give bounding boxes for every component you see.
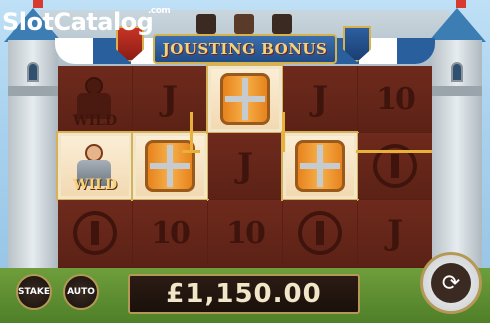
tower-band	[432, 86, 482, 96]
horse-icon	[196, 14, 216, 34]
stake-button[interactable]: STAKE	[16, 274, 52, 310]
symbol-j: J	[161, 79, 179, 119]
auto-button[interactable]: AUTO	[63, 274, 99, 310]
reel-3-row-2: J	[208, 133, 282, 199]
reel-2-row-3: 10	[133, 200, 207, 266]
reel-2-row-2	[133, 133, 207, 199]
jousting-knights-art	[190, 12, 300, 36]
ornament-icon	[73, 211, 117, 255]
slotcatalog-logo: SlotCatalog .com	[2, 6, 171, 36]
stake-label: STAKE	[18, 287, 51, 297]
reel-4-row-1: J	[283, 66, 357, 132]
reel-1-row-2: WILD	[58, 133, 132, 199]
flag-icon	[456, 0, 466, 8]
balance-display: £1,150.00	[128, 274, 360, 314]
symbol-10: 10	[226, 215, 266, 251]
symbol-j: J	[386, 213, 404, 253]
spin-button[interactable]: ⟳	[420, 252, 482, 314]
shield-icon	[295, 140, 345, 192]
reel-5-row-2	[358, 133, 432, 199]
payline	[190, 112, 193, 152]
wild-label: WILD	[72, 177, 118, 193]
shield-icon	[145, 140, 195, 192]
reel-4-row-3	[283, 200, 357, 266]
symbol-j: J	[236, 146, 254, 186]
symbol-j: J	[311, 79, 329, 119]
reel-5-row-1: 10	[358, 66, 432, 132]
reel-1-row-3	[58, 200, 132, 266]
reel-grid: WILD WILD J 10 J 10 J 10 J	[58, 66, 432, 268]
ornament-icon	[298, 211, 342, 255]
horse-icon	[234, 14, 254, 34]
game-title-banner: JOUSTING BONUS	[153, 34, 337, 64]
symbol-10: 10	[376, 81, 416, 117]
auto-label: AUTO	[67, 287, 95, 297]
tower-window	[27, 62, 39, 82]
reel-5-row-3: J	[358, 200, 432, 266]
reel-3-row-3: 10	[208, 200, 282, 266]
reel-1-row-1: WILD	[58, 66, 132, 132]
logo-suffix: .com	[148, 6, 171, 16]
shield-icon	[220, 73, 270, 125]
symbol-10: 10	[151, 215, 191, 251]
tower-band	[8, 86, 58, 96]
horse-icon	[272, 14, 292, 34]
game-title: JOUSTING BONUS	[162, 40, 328, 58]
reel-3-row-1	[208, 66, 282, 132]
flag-icon	[33, 0, 43, 8]
wild-label: WILD	[72, 113, 118, 129]
reel-4-row-2	[283, 133, 357, 199]
payline	[356, 150, 432, 153]
tower-window	[451, 62, 463, 82]
balance-amount: £1,150.00	[166, 279, 322, 309]
payline	[282, 112, 285, 152]
reel-2-row-1: J	[133, 66, 207, 132]
logo-text: SlotCatalog	[2, 8, 154, 36]
refresh-arrows-icon: ⟳	[431, 263, 471, 303]
